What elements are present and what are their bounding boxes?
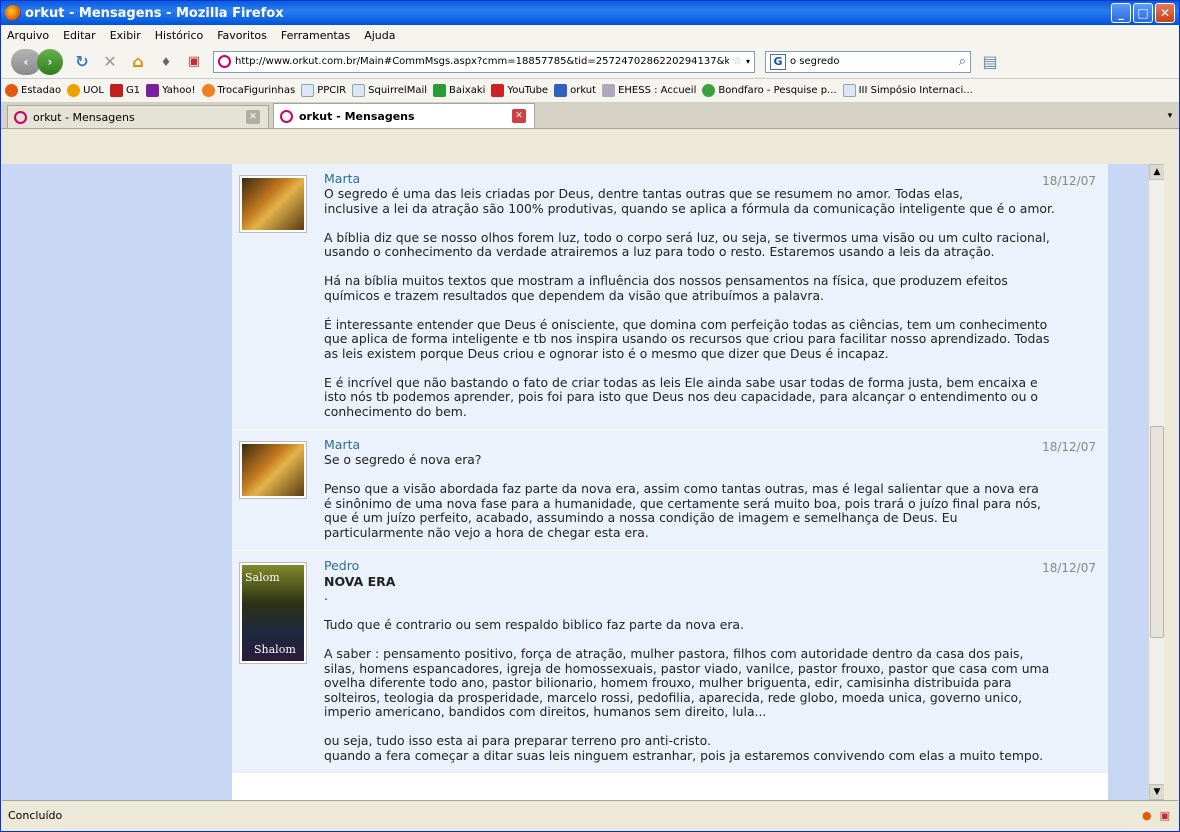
bookmark-baixaki[interactable]: Baixaki (433, 84, 485, 97)
menu-ferramentas[interactable]: Ferramentas (281, 29, 350, 42)
minimize-button[interactable]: _ (1111, 3, 1131, 23)
avatar[interactable] (239, 175, 307, 233)
tab-list-icon[interactable]: ▾ (1163, 107, 1177, 125)
g1-icon (109, 84, 123, 97)
menu-editar[interactable]: Editar (63, 29, 96, 42)
message-body: . Tudo que é contrario ou sem respaldo b… (324, 588, 1050, 763)
avatar[interactable]: Salom Shalom (239, 562, 307, 664)
scroll-down-icon[interactable]: ▼ (1149, 784, 1164, 800)
page-icon (301, 84, 315, 97)
bookmark-ehess[interactable]: EHESS : Accueil (602, 84, 696, 97)
url-dropdown-icon[interactable]: ▾ (746, 57, 750, 66)
orkut-tab-icon (280, 109, 293, 123)
avatar-photo (242, 444, 304, 496)
home-icon[interactable]: ⌂ (129, 52, 147, 71)
stop-icon[interactable]: ✕ (101, 52, 119, 71)
message-author[interactable]: Marta (324, 436, 1098, 453)
tab-orkut-mensagens-2[interactable]: orkut - Mensagens ✕ (273, 103, 535, 128)
scroll-up-icon[interactable]: ▲ (1149, 164, 1164, 180)
youtube-icon (491, 84, 505, 97)
estadao-icon (5, 84, 18, 97)
bookmark-bondfaro[interactable]: Bondfaro - Pesquise p... (702, 84, 837, 97)
close-tab-icon[interactable]: ✕ (512, 109, 526, 123)
status-page-icon[interactable]: ▣ (1160, 809, 1170, 822)
google-icon[interactable]: G (770, 53, 786, 70)
avatar[interactable] (239, 441, 307, 499)
bookmark-simposio[interactable]: III Simpósio Internaci... (842, 84, 973, 97)
message-author[interactable]: Marta (324, 170, 1098, 187)
message-author[interactable]: Pedro (324, 557, 1098, 574)
title-bar: orkut - Mensagens - Mozilla Firefox _ □ … (1, 1, 1179, 25)
search-input[interactable] (790, 56, 955, 67)
message-date: 18/12/07 (1042, 440, 1096, 454)
bookmark-orkut[interactable]: orkut (554, 84, 596, 97)
bookmark-ppcir[interactable]: PPCIR (301, 84, 346, 97)
window-title: orkut - Mensagens - Mozilla Firefox (25, 5, 284, 21)
bookmark-youtube[interactable]: YouTube (491, 84, 548, 97)
url-bar[interactable]: ☆ ▾ (213, 50, 755, 73)
orkut-tab-icon (14, 110, 27, 124)
forward-button[interactable]: › (37, 48, 63, 75)
menu-ajuda[interactable]: Ajuda (364, 29, 395, 42)
menu-arquivo[interactable]: Arquivo (7, 29, 49, 42)
bookmark-uol[interactable]: UOL (67, 84, 104, 97)
tab-bar: orkut - Mensagens ✕ orkut - Mensagens ✕ … (1, 103, 1179, 129)
page-icon (352, 84, 366, 97)
bookmark-squirrelmail[interactable]: SquirrelMail (352, 84, 427, 97)
sidebar-icon[interactable]: ▤ (981, 52, 999, 71)
menu-historico[interactable]: Histórico (155, 29, 203, 42)
avatar-photo (242, 178, 304, 230)
bookmark-yahoo[interactable]: Yahoo! (146, 84, 196, 97)
page-content: Marta 18/12/07 O segredo é uma das leis … (2, 164, 1164, 800)
bookmark-estadao[interactable]: Estadao (5, 84, 61, 97)
message-date: 18/12/07 (1042, 561, 1096, 575)
message-body: O segredo é uma das leis criadas por Deu… (324, 186, 1055, 419)
baixaki-icon (433, 84, 447, 97)
star-icon[interactable]: ☆ (733, 56, 742, 67)
orkut-site-icon (218, 55, 231, 68)
message-body: Se o segredo é nova era? Penso que a vis… (324, 452, 1041, 540)
close-tab-icon[interactable]: ✕ (246, 110, 260, 124)
bookmark-pin-icon[interactable]: ♦ (157, 53, 175, 71)
search-box[interactable]: G ⌕ (765, 50, 971, 73)
firefox-icon (5, 5, 21, 21)
url-input[interactable] (235, 56, 730, 67)
maximize-button[interactable]: □ (1133, 3, 1153, 23)
menu-exibir[interactable]: Exibir (110, 29, 141, 42)
navigation-toolbar: ‹ › ↻ ✕ ⌂ ♦ ▣ ☆ ▾ G ⌕ ▤ (1, 45, 1179, 79)
print-icon[interactable]: ▣ (185, 53, 203, 71)
bookmark-trocafigurinhas[interactable]: TrocaFigurinhas (201, 84, 295, 97)
yahoo-icon (146, 84, 160, 97)
vertical-scrollbar[interactable]: ▲ ▼ (1148, 164, 1164, 800)
message-item: Marta 18/12/07 Se o segredo é nova era? … (232, 430, 1108, 551)
menu-favoritos[interactable]: Favoritos (217, 29, 267, 42)
trocafigurinhas-icon (201, 84, 215, 97)
browser-window: orkut - Mensagens - Mozilla Firefox _ □ … (0, 0, 1180, 832)
search-icon[interactable]: ⌕ (959, 54, 966, 69)
message-list: Marta 18/12/07 O segredo é uma das leis … (232, 164, 1108, 800)
firefox-status-icon[interactable]: ● (1142, 809, 1152, 822)
message-date: 18/12/07 (1042, 174, 1096, 188)
google-icon (554, 84, 568, 97)
status-text: Concluído (8, 809, 63, 822)
ehess-icon (602, 84, 616, 97)
status-bar: Concluído ● ▣ (2, 800, 1178, 830)
reload-icon[interactable]: ↻ (73, 52, 91, 71)
bondfaro-icon (702, 84, 716, 97)
close-button[interactable]: ✕ (1155, 3, 1175, 23)
tab-orkut-mensagens-1[interactable]: orkut - Mensagens ✕ (7, 105, 269, 128)
message-item: Marta 18/12/07 O segredo é uma das leis … (232, 164, 1108, 430)
bookmark-g1[interactable]: G1 (109, 84, 140, 97)
message-subject: NOVA ERA (324, 574, 396, 589)
bookmarks-bar: Estadao UOL G1 Yahoo! TrocaFigurinhas PP… (1, 79, 1179, 103)
menu-bar: Arquivo Editar Exibir Histórico Favorito… (1, 25, 1179, 45)
page-icon (842, 84, 856, 97)
scroll-thumb[interactable] (1150, 426, 1164, 638)
uol-icon (67, 84, 81, 97)
message-item: Salom Shalom Pedro 18/12/07 NOVA ERA . T… (232, 551, 1108, 774)
